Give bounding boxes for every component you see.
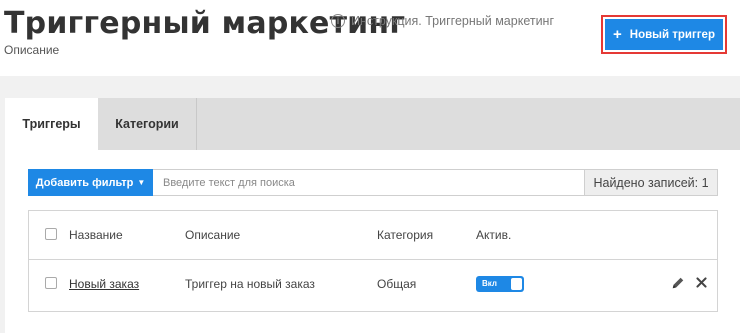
records-count: Найдено записей: 1 [585,169,718,196]
filter-bar: Добавить фильтр ▼ Найдено записей: 1 [28,169,718,196]
search-input[interactable] [153,169,585,196]
new-trigger-button[interactable]: + Новый триггер [605,19,723,50]
info-icon: i [331,14,345,28]
plus-icon: + [613,26,622,43]
help-link[interactable]: i Инструкция. Триггерный маркетинг [331,14,554,28]
toggle-label: Вкл [482,279,497,288]
trigger-description: Триггер на новый заказ [185,277,315,291]
table-header-row: Название Описание Категория Актив. [29,211,717,260]
trigger-category: Общая [377,277,417,291]
page-subtitle: Описание [4,43,60,57]
trigger-name-cell: Новый заказ [69,260,139,308]
toggle-knob [511,278,522,290]
add-filter-button[interactable]: Добавить фильтр ▼ [28,169,153,196]
trigger-name-link[interactable]: Новый заказ [69,277,139,291]
active-toggle-cell: Вкл [476,260,524,308]
tab-triggers[interactable]: Триггеры [5,98,98,150]
column-header-description[interactable]: Описание [185,211,240,259]
triggers-table: Название Описание Категория Актив. Новый… [28,210,718,312]
triggers-card: Триггеры Категории Добавить фильтр ▼ Най… [5,98,740,333]
column-header-name[interactable]: Название [69,211,123,259]
column-header-active[interactable]: Актив. [476,211,511,259]
help-link-label: Инструкция. Триггерный маркетинг [351,14,555,28]
column-header-category[interactable]: Категория [377,211,433,259]
close-icon[interactable] [695,276,708,289]
new-trigger-label: Новый триггер [629,28,715,41]
row-checkbox[interactable] [45,277,57,289]
active-toggle[interactable]: Вкл [476,276,524,292]
page-header: Триггерный маркетинг i Инструкция. Тригг… [0,0,740,76]
select-all-checkbox[interactable] [45,228,57,240]
add-filter-label: Добавить фильтр [35,176,134,189]
new-trigger-highlight: + Новый триггер [601,15,727,54]
tab-categories[interactable]: Категории [98,98,197,150]
tab-bar: Триггеры Категории [5,98,740,150]
pencil-icon[interactable] [671,276,685,290]
chevron-down-icon: ▼ [137,178,146,187]
table-row: Новый заказ Триггер на новый заказ Общая… [29,260,717,308]
